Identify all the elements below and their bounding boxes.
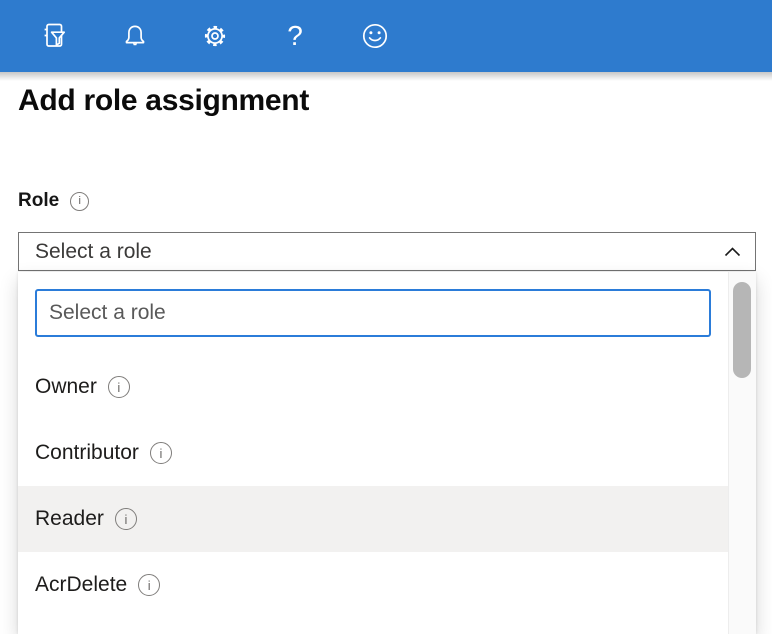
role-field-label-row: Role i [18, 190, 89, 212]
option-label: AcrDelete [35, 573, 127, 597]
role-label: Role [18, 190, 59, 212]
option-label: Contributor [35, 441, 139, 465]
svg-text:?: ? [287, 20, 303, 51]
header-shadow [0, 72, 772, 81]
notifications-icon[interactable] [118, 19, 152, 53]
role-option-acrdelete[interactable]: AcrDelete i [18, 552, 728, 618]
info-icon-glyph: i [117, 381, 120, 394]
option-label: Reader [35, 507, 104, 531]
role-option-list: Owner i Contributor i Reader i AcrDelete [18, 354, 728, 618]
portal-top-bar: ? [0, 0, 772, 72]
role-dropdown-flyout: Owner i Contributor i Reader i AcrDelete [18, 272, 756, 634]
option-label: Owner [35, 375, 97, 399]
info-icon[interactable]: i [150, 442, 172, 464]
role-option-reader[interactable]: Reader i [18, 486, 728, 552]
settings-icon[interactable] [198, 19, 232, 53]
info-icon[interactable]: i [70, 192, 89, 211]
chevron-up-icon [724, 244, 741, 262]
info-icon-glyph: i [159, 447, 162, 460]
add-role-assignment-pane: ? Add role assignment Role i Select a ro… [0, 0, 772, 634]
role-select[interactable]: Select a role [18, 232, 756, 271]
role-option-owner[interactable]: Owner i [18, 354, 728, 420]
dropdown-scrollbar-thumb[interactable] [733, 282, 751, 378]
help-icon[interactable]: ? [278, 19, 312, 53]
info-icon-glyph: i [148, 579, 151, 592]
info-icon[interactable]: i [138, 574, 160, 596]
page-title: Add role assignment [18, 84, 309, 118]
info-icon-glyph: i [124, 513, 127, 526]
info-icon[interactable]: i [108, 376, 130, 398]
role-option-contributor[interactable]: Contributor i [18, 420, 728, 486]
dropdown-scrollbar-track[interactable] [728, 272, 756, 634]
directory-filter-icon[interactable] [38, 19, 72, 53]
info-icon[interactable]: i [115, 508, 137, 530]
role-select-value: Select a role [35, 240, 724, 264]
feedback-icon[interactable] [358, 19, 392, 53]
info-icon-glyph: i [78, 196, 80, 207]
role-search-input[interactable] [35, 289, 711, 337]
